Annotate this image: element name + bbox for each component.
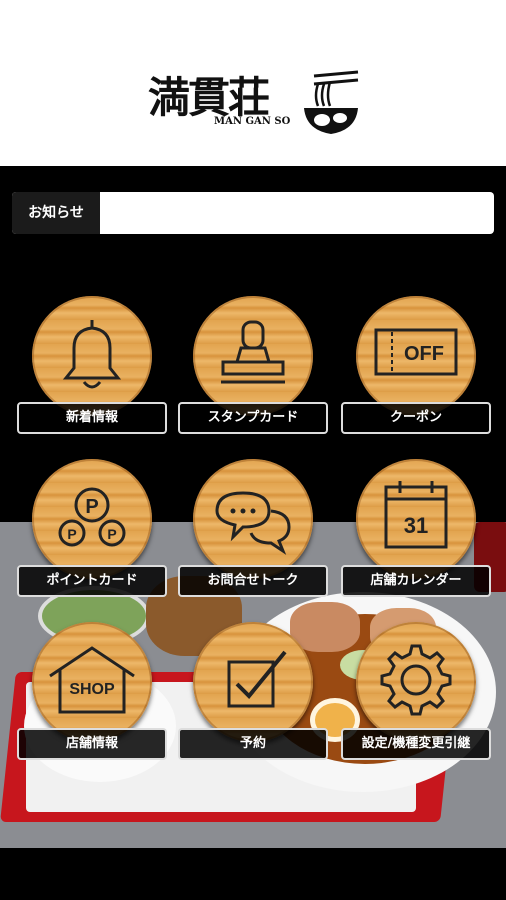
shop-icon-text: SHOP [69,681,115,698]
menu-label: スタンプカード [178,402,328,434]
notice-content [100,192,494,234]
menu-item-stamp-card[interactable]: スタンプカード [178,296,328,436]
gear-icon [380,644,452,716]
menu-item-settings[interactable]: 設定/機種変更引継 [341,622,491,762]
calendar-icon-text: 31 [404,513,428,538]
menu-item-store-info[interactable]: SHOP 店舗情報 [17,622,167,762]
menu-label: クーポン [341,402,491,434]
menu-item-reservation[interactable]: 予約 [178,622,328,762]
shop-icon: SHOP [49,646,135,714]
menu-label: 店舗情報 [17,728,167,760]
logo-sub-text: MAN GAN SO [214,116,291,127]
store-logo: 満貫荘 MAN GAN SO [148,68,364,140]
menu-label: 新着情報 [17,402,167,434]
calendar-icon: 31 [384,481,448,549]
menu-item-coupon[interactable]: OFF クーポン [341,296,491,436]
menu-item-inquiry-talk[interactable]: お問合せトーク [178,459,328,599]
ramen-bowl-icon [304,70,359,134]
menu-label: 設定/機種変更引継 [341,728,491,760]
home-main: お知らせ 新着情報 スタンプカード OFF クーポン P P P ポイントカード… [0,166,506,900]
menu-label: 予約 [178,728,328,760]
svg-text:P: P [67,526,76,542]
notice-label: お知らせ [12,192,100,234]
notice-bar[interactable]: お知らせ [12,192,494,234]
points-icon: P P P [58,487,126,547]
bottom-bar [0,848,506,900]
app-header: 満貫荘 MAN GAN SO [0,0,506,166]
coupon-icon: OFF [374,328,458,376]
menu-label: お問合せトーク [178,565,328,597]
menu-label: 店舗カレンダー [341,565,491,597]
chat-icon [215,491,291,555]
stamp-icon [221,320,285,384]
coupon-icon-text: OFF [404,343,444,365]
menu-item-store-calendar[interactable]: 31 店舗カレンダー [341,459,491,599]
menu-label: ポイントカード [17,565,167,597]
svg-text:P: P [107,526,116,542]
checkbox-icon [227,650,287,708]
menu-item-news[interactable]: 新着情報 [17,296,167,436]
menu-item-point-card[interactable]: P P P ポイントカード [17,459,167,599]
svg-text:P: P [85,496,98,518]
bell-icon [62,316,122,389]
